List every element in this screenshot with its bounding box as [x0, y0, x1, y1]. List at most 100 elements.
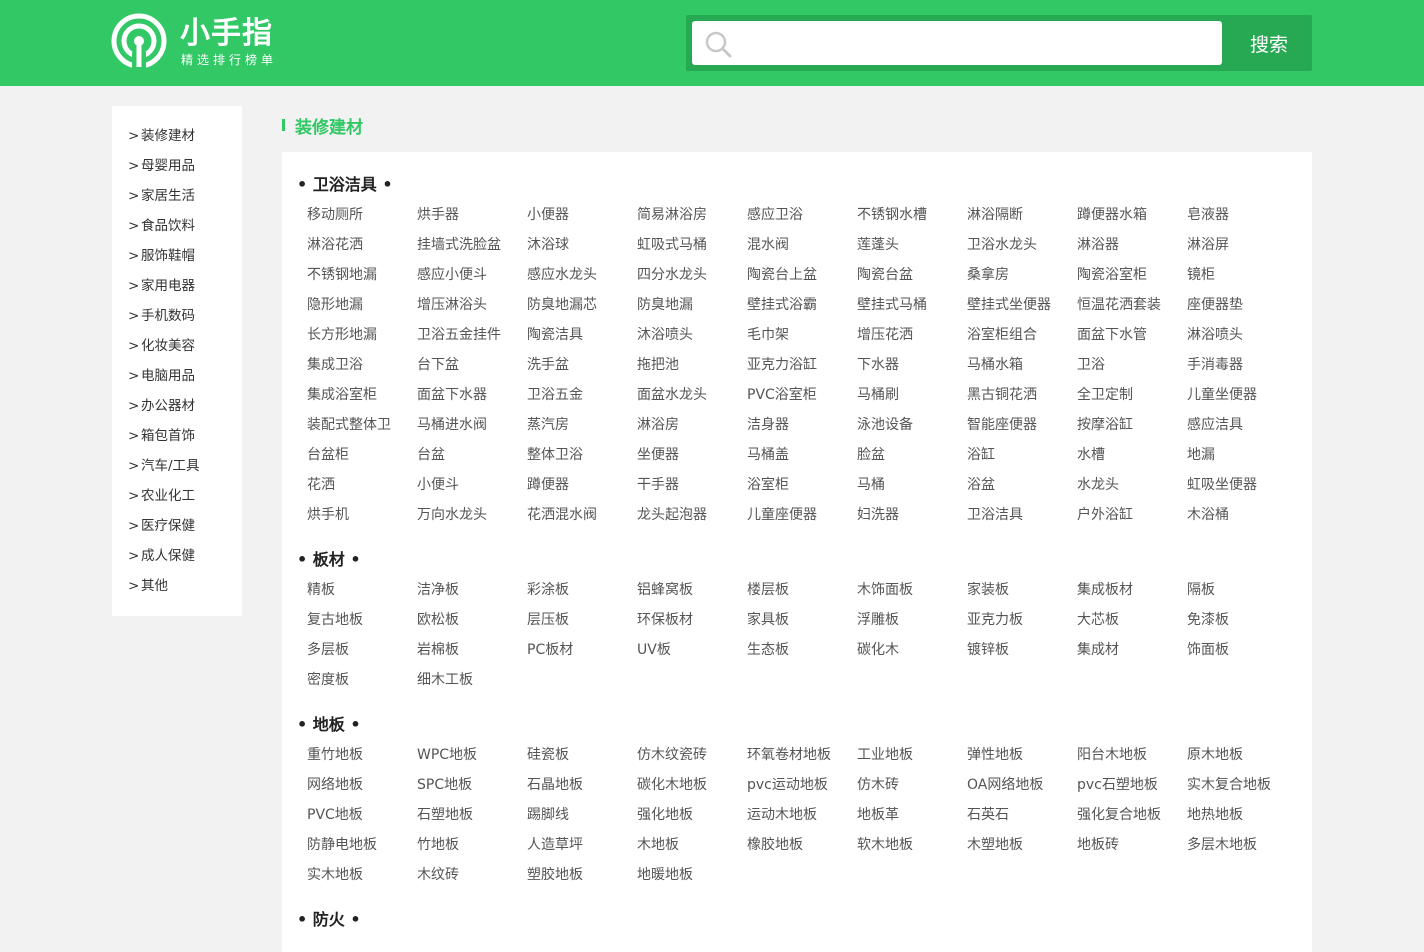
subcategory-link[interactable]: 面盆水龙头: [637, 380, 747, 410]
subcategory-title[interactable]: • 卫浴洁具 •: [297, 170, 1312, 200]
subcategory-link[interactable]: 恒温花洒套装: [1077, 290, 1187, 320]
subcategory-link[interactable]: 细木工板: [417, 665, 527, 695]
sidebar-item[interactable]: > 箱包首饰: [112, 421, 242, 451]
subcategory-link[interactable]: 精板: [307, 575, 417, 605]
subcategory-link[interactable]: 多层木地板: [1187, 830, 1297, 860]
subcategory-link[interactable]: 户外浴缸: [1077, 500, 1187, 530]
subcategory-link[interactable]: 陶瓷洁具: [527, 320, 637, 350]
subcategory-link[interactable]: 烘手机: [307, 500, 417, 530]
subcategory-link[interactable]: 欧松板: [417, 605, 527, 635]
subcategory-link[interactable]: pvc石塑地板: [1077, 770, 1187, 800]
subcategory-link[interactable]: 黑古铜花洒: [967, 380, 1077, 410]
subcategory-link[interactable]: 装配式整体卫: [307, 410, 417, 440]
subcategory-link[interactable]: 橡胶地板: [747, 830, 857, 860]
subcategory-link[interactable]: 地漏: [1187, 440, 1297, 470]
subcategory-link[interactable]: 四分水龙头: [637, 260, 747, 290]
subcategory-link[interactable]: 坐便器: [637, 440, 747, 470]
subcategory-link[interactable]: 彩涂板: [527, 575, 637, 605]
subcategory-link[interactable]: 陶瓷台盆: [857, 260, 967, 290]
subcategory-link[interactable]: 壁挂式浴霸: [747, 290, 857, 320]
sidebar-item[interactable]: > 家用电器: [112, 271, 242, 301]
search-input[interactable]: [740, 21, 1214, 67]
subcategory-link[interactable]: 移动厕所: [307, 200, 417, 230]
subcategory-link[interactable]: 面盆下水管: [1077, 320, 1187, 350]
subcategory-link[interactable]: 拖把池: [637, 350, 747, 380]
subcategory-link[interactable]: 复古地板: [307, 605, 417, 635]
subcategory-link[interactable]: 不锈钢水槽: [857, 200, 967, 230]
subcategory-link[interactable]: 木浴桶: [1187, 500, 1297, 530]
subcategory-link[interactable]: 沐浴球: [527, 230, 637, 260]
subcategory-link[interactable]: 儿童坐便器: [1187, 380, 1297, 410]
subcategory-link[interactable]: 石晶地板: [527, 770, 637, 800]
subcategory-link[interactable]: 淋浴隔断: [967, 200, 1077, 230]
subcategory-link[interactable]: 简易淋浴房: [637, 200, 747, 230]
subcategory-link[interactable]: 硅瓷板: [527, 740, 637, 770]
subcategory-link[interactable]: 塑胶地板: [527, 860, 637, 890]
subcategory-link[interactable]: 镀锌板: [967, 635, 1077, 665]
subcategory-link[interactable]: 沐浴喷头: [637, 320, 747, 350]
subcategory-link[interactable]: 整体卫浴: [527, 440, 637, 470]
subcategory-link[interactable]: 地板革: [857, 800, 967, 830]
subcategory-link[interactable]: 浴盆: [967, 470, 1077, 500]
subcategory-link[interactable]: 家具板: [747, 605, 857, 635]
sidebar-item[interactable]: > 化妆美容: [112, 331, 242, 361]
subcategory-link[interactable]: 妇洗器: [857, 500, 967, 530]
subcategory-link[interactable]: 仿木砖: [857, 770, 967, 800]
subcategory-link[interactable]: 密度板: [307, 665, 417, 695]
subcategory-link[interactable]: 面盆下水器: [417, 380, 527, 410]
subcategory-link[interactable]: SPC地板: [417, 770, 527, 800]
sidebar-item[interactable]: > 装修建材: [112, 121, 242, 151]
subcategory-link[interactable]: 工业地板: [857, 740, 967, 770]
subcategory-link[interactable]: 软木地板: [857, 830, 967, 860]
subcategory-link[interactable]: 感应卫浴: [747, 200, 857, 230]
subcategory-link[interactable]: 淋浴喷头: [1187, 320, 1297, 350]
subcategory-link[interactable]: 壁挂式马桶: [857, 290, 967, 320]
subcategory-link[interactable]: 碳化木地板: [637, 770, 747, 800]
subcategory-link[interactable]: 花洒: [307, 470, 417, 500]
subcategory-link[interactable]: 蒸汽房: [527, 410, 637, 440]
sidebar-item[interactable]: > 办公器材: [112, 391, 242, 421]
subcategory-link[interactable]: 卫浴五金挂件: [417, 320, 527, 350]
subcategory-link[interactable]: 实木复合地板: [1187, 770, 1297, 800]
subcategory-link[interactable]: 阳台木地板: [1077, 740, 1187, 770]
subcategory-link[interactable]: 蹲便器水箱: [1077, 200, 1187, 230]
subcategory-link[interactable]: 饰面板: [1187, 635, 1297, 665]
subcategory-link[interactable]: 桑拿房: [967, 260, 1077, 290]
subcategory-link[interactable]: 木饰面板: [857, 575, 967, 605]
subcategory-link[interactable]: 环保板材: [637, 605, 747, 635]
subcategory-link[interactable]: 地热地板: [1187, 800, 1297, 830]
search-button[interactable]: 搜索: [1226, 15, 1312, 71]
subcategory-link[interactable]: 泳池设备: [857, 410, 967, 440]
subcategory-link[interactable]: 淋浴屏: [1187, 230, 1297, 260]
sidebar-item[interactable]: > 其他: [112, 571, 242, 601]
subcategory-link[interactable]: 防臭地漏芯: [527, 290, 637, 320]
sidebar-item[interactable]: > 农业化工: [112, 481, 242, 511]
subcategory-link[interactable]: 小便斗: [417, 470, 527, 500]
subcategory-link[interactable]: 免漆板: [1187, 605, 1297, 635]
subcategory-link[interactable]: UV板: [637, 635, 747, 665]
subcategory-link[interactable]: 生态板: [747, 635, 857, 665]
subcategory-link[interactable]: 感应洁具: [1187, 410, 1297, 440]
subcategory-link[interactable]: 小便器: [527, 200, 637, 230]
subcategory-link[interactable]: 万向水龙头: [417, 500, 527, 530]
subcategory-link[interactable]: 洁身器: [747, 410, 857, 440]
subcategory-link[interactable]: 台盆: [417, 440, 527, 470]
subcategory-link[interactable]: 增压花洒: [857, 320, 967, 350]
subcategory-link[interactable]: 浴室柜组合: [967, 320, 1077, 350]
subcategory-link[interactable]: 马桶进水阀: [417, 410, 527, 440]
subcategory-link[interactable]: 淋浴房: [637, 410, 747, 440]
subcategory-link[interactable]: 壁挂式坐便器: [967, 290, 1077, 320]
subcategory-link[interactable]: 座便器垫: [1187, 290, 1297, 320]
subcategory-link[interactable]: WPC地板: [417, 740, 527, 770]
site-logo[interactable]: 小手指 精选排行榜单: [110, 12, 290, 72]
subcategory-link[interactable]: 家装板: [967, 575, 1077, 605]
subcategory-link[interactable]: 长方形地漏: [307, 320, 417, 350]
subcategory-link[interactable]: 浴缸: [967, 440, 1077, 470]
subcategory-link[interactable]: OA网络地板: [967, 770, 1077, 800]
subcategory-link[interactable]: 水槽: [1077, 440, 1187, 470]
subcategory-link[interactable]: 大芯板: [1077, 605, 1187, 635]
subcategory-link[interactable]: 增压淋浴头: [417, 290, 527, 320]
subcategory-link[interactable]: 洗手盆: [527, 350, 637, 380]
subcategory-link[interactable]: 碳化木: [857, 635, 967, 665]
subcategory-link[interactable]: 陶瓷台上盆: [747, 260, 857, 290]
